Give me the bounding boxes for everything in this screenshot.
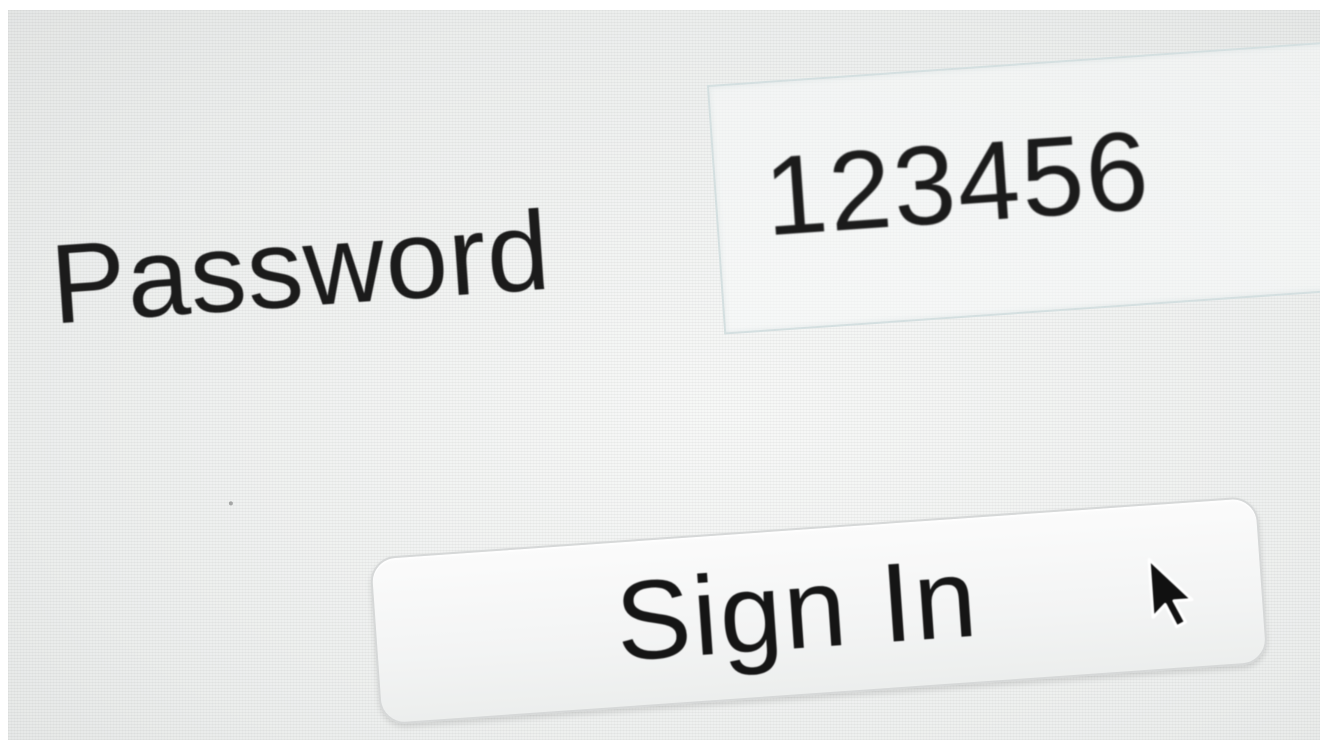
login-form: Password 123456 Sign In [8, 10, 1320, 740]
sign-in-button[interactable]: Sign In [369, 495, 1269, 726]
sign-in-button-label: Sign In [611, 534, 983, 685]
mouse-pointer-icon [1147, 557, 1194, 629]
password-input-value: 123456 [760, 107, 1154, 260]
page: Password 123456 Sign In [0, 0, 1320, 749]
screen-speck [228, 501, 234, 506]
login-screen: Password 123456 Sign In [8, 10, 1320, 740]
password-label: Password [46, 187, 555, 348]
password-input[interactable]: 123456 [706, 40, 1320, 335]
